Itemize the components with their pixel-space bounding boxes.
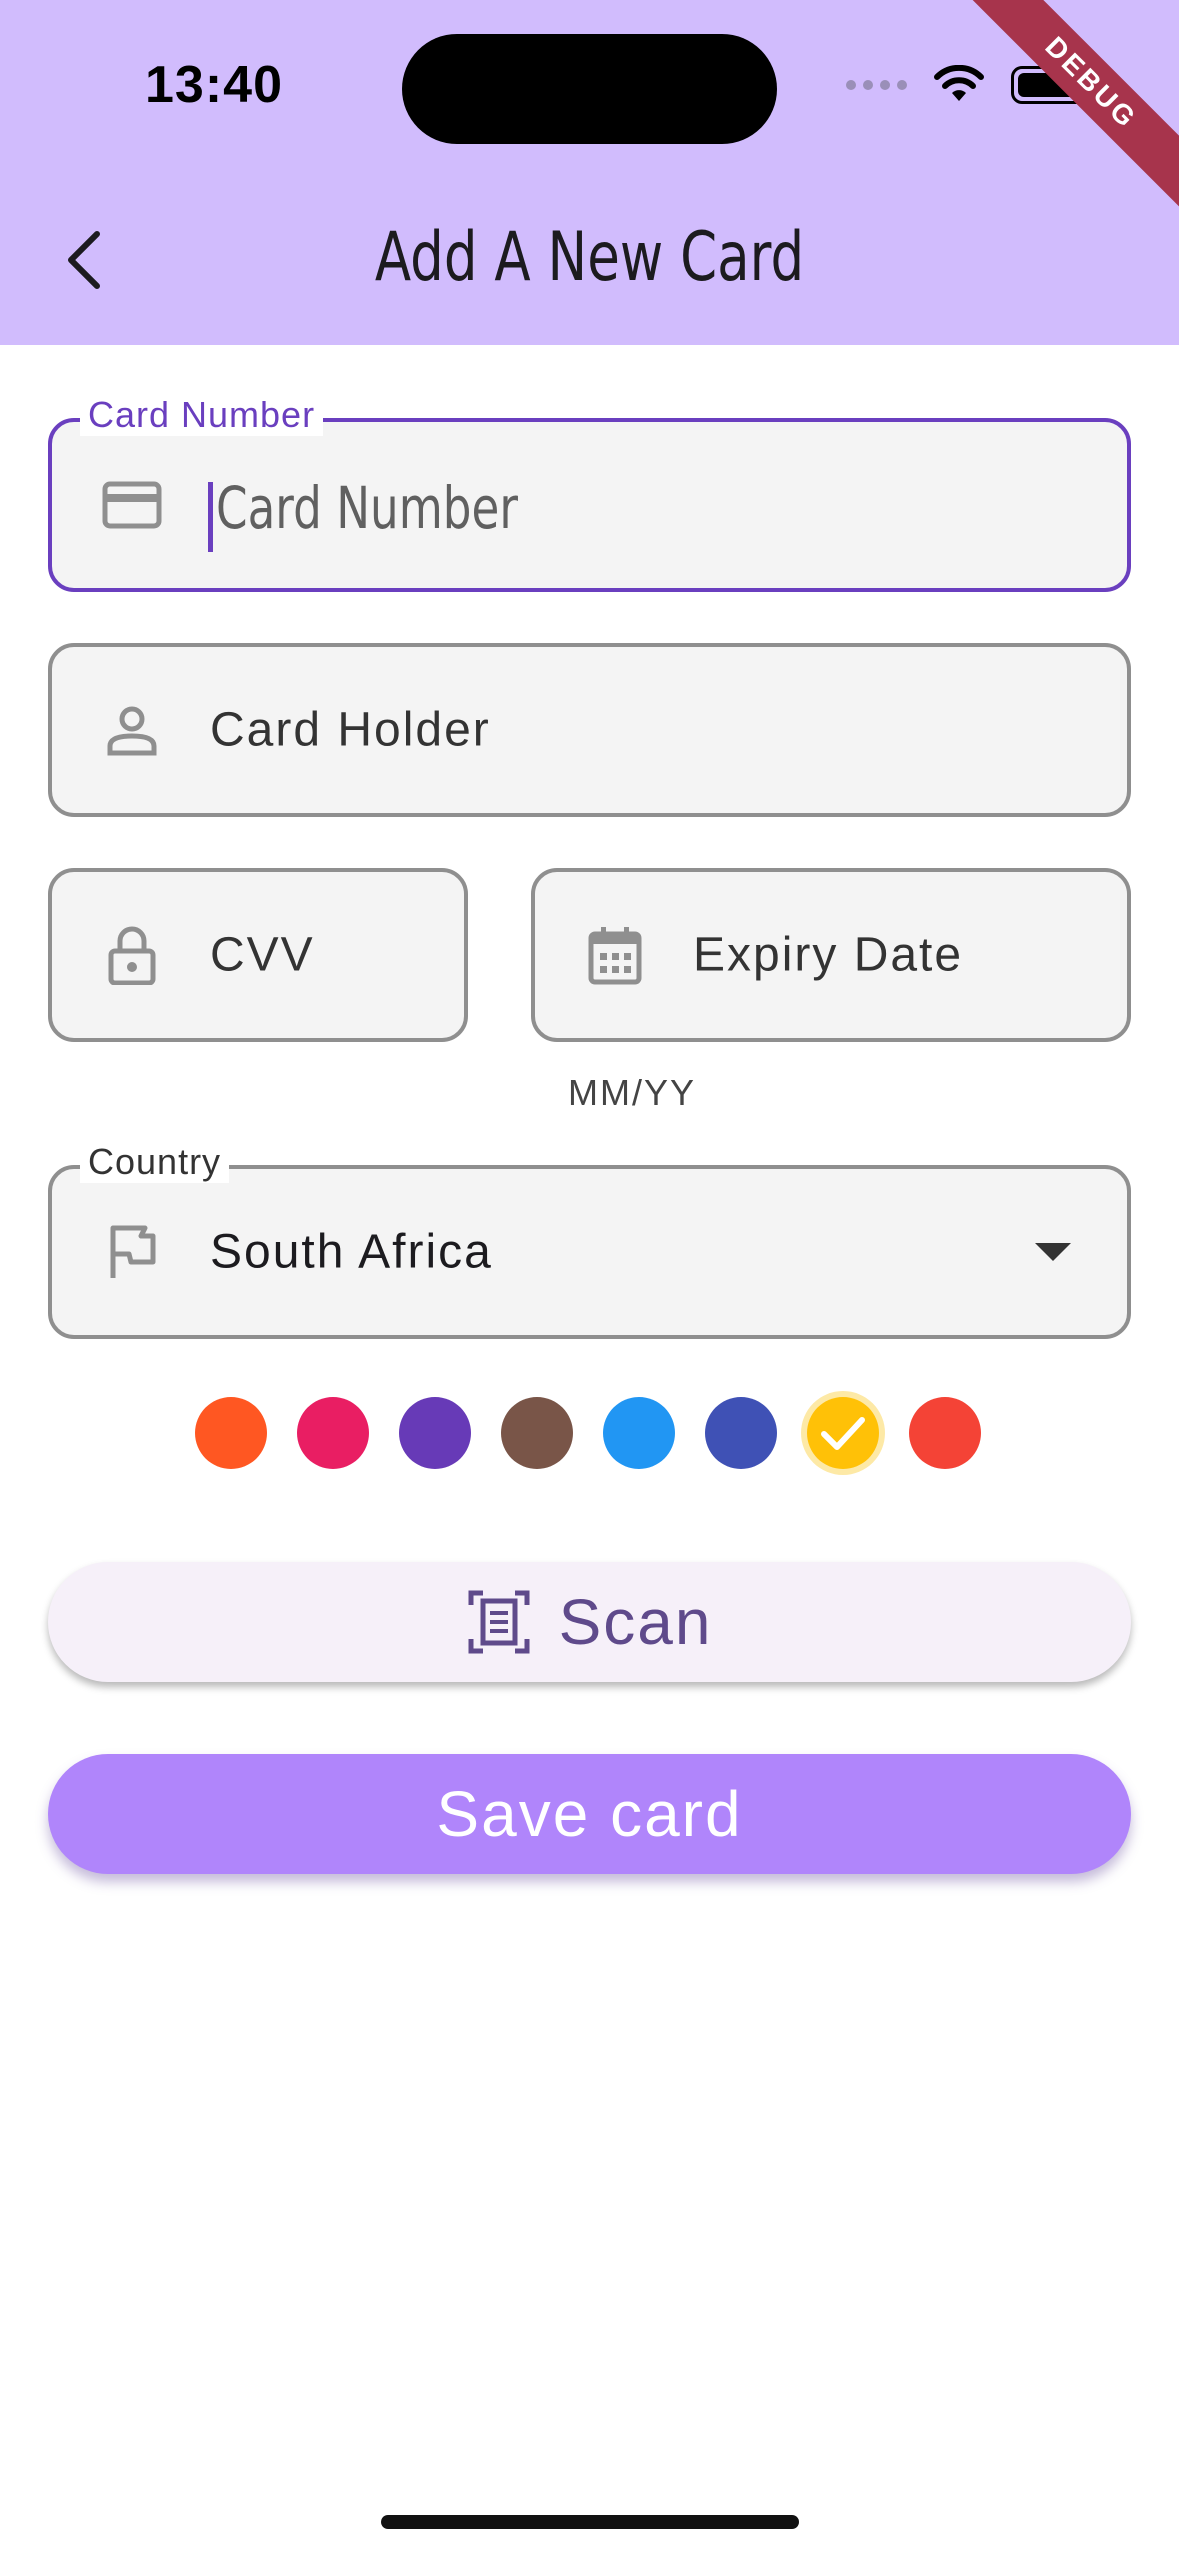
color-option[interactable] bbox=[705, 1397, 777, 1469]
check-icon bbox=[807, 1397, 879, 1469]
back-button[interactable] bbox=[40, 210, 130, 310]
country-label: Country bbox=[80, 1141, 230, 1183]
debug-banner: DEBUG bbox=[939, 0, 1179, 240]
expiry-helper-text: MM/YY bbox=[568, 1072, 697, 1113]
color-selector bbox=[195, 1397, 981, 1469]
chevron-left-icon bbox=[68, 231, 100, 289]
color-option[interactable] bbox=[603, 1397, 675, 1469]
card-holder-field[interactable]: Card Holder bbox=[48, 643, 1131, 817]
dropdown-arrow-icon bbox=[1035, 1243, 1071, 1261]
cellular-signal-icon bbox=[846, 80, 907, 90]
app-bar: 13:40 DEBUG Add A New Card bbox=[0, 0, 1179, 345]
color-option[interactable] bbox=[909, 1397, 981, 1469]
cvv-input[interactable]: CVV bbox=[210, 928, 315, 983]
expiry-date-field[interactable]: Expiry Date bbox=[531, 868, 1131, 1042]
page-title: Add A New Card bbox=[374, 218, 805, 297]
cvv-field[interactable]: CVV bbox=[48, 868, 468, 1042]
country-dropdown[interactable]: Country South Africa bbox=[48, 1141, 1131, 1339]
color-option[interactable] bbox=[195, 1397, 267, 1469]
scan-button[interactable]: Scan bbox=[48, 1562, 1131, 1682]
save-card-button[interactable]: Save card bbox=[48, 1754, 1131, 1874]
country-value: South Africa bbox=[210, 1225, 493, 1279]
flag-icon bbox=[102, 1222, 162, 1282]
document-scanner-icon bbox=[468, 1590, 530, 1654]
scan-button-label: Scan bbox=[558, 1586, 713, 1658]
color-option[interactable] bbox=[399, 1397, 471, 1469]
card-number-input[interactable]: Card Number bbox=[216, 474, 518, 542]
card-number-label: Card Number bbox=[80, 394, 324, 436]
text-cursor bbox=[208, 482, 213, 552]
credit-card-icon bbox=[102, 475, 162, 535]
save-card-button-label: Save card bbox=[436, 1778, 743, 1850]
lock-icon bbox=[102, 925, 162, 985]
color-option[interactable] bbox=[297, 1397, 369, 1469]
color-option[interactable] bbox=[807, 1397, 879, 1469]
status-time: 13:40 bbox=[145, 56, 283, 114]
home-indicator[interactable] bbox=[381, 2515, 799, 2529]
person-icon bbox=[102, 700, 162, 760]
card-holder-input[interactable]: Card Holder bbox=[210, 703, 491, 758]
expiry-date-input[interactable]: Expiry Date bbox=[693, 928, 963, 983]
color-option[interactable] bbox=[501, 1397, 573, 1469]
calendar-icon bbox=[585, 925, 645, 985]
dynamic-island bbox=[402, 34, 777, 144]
